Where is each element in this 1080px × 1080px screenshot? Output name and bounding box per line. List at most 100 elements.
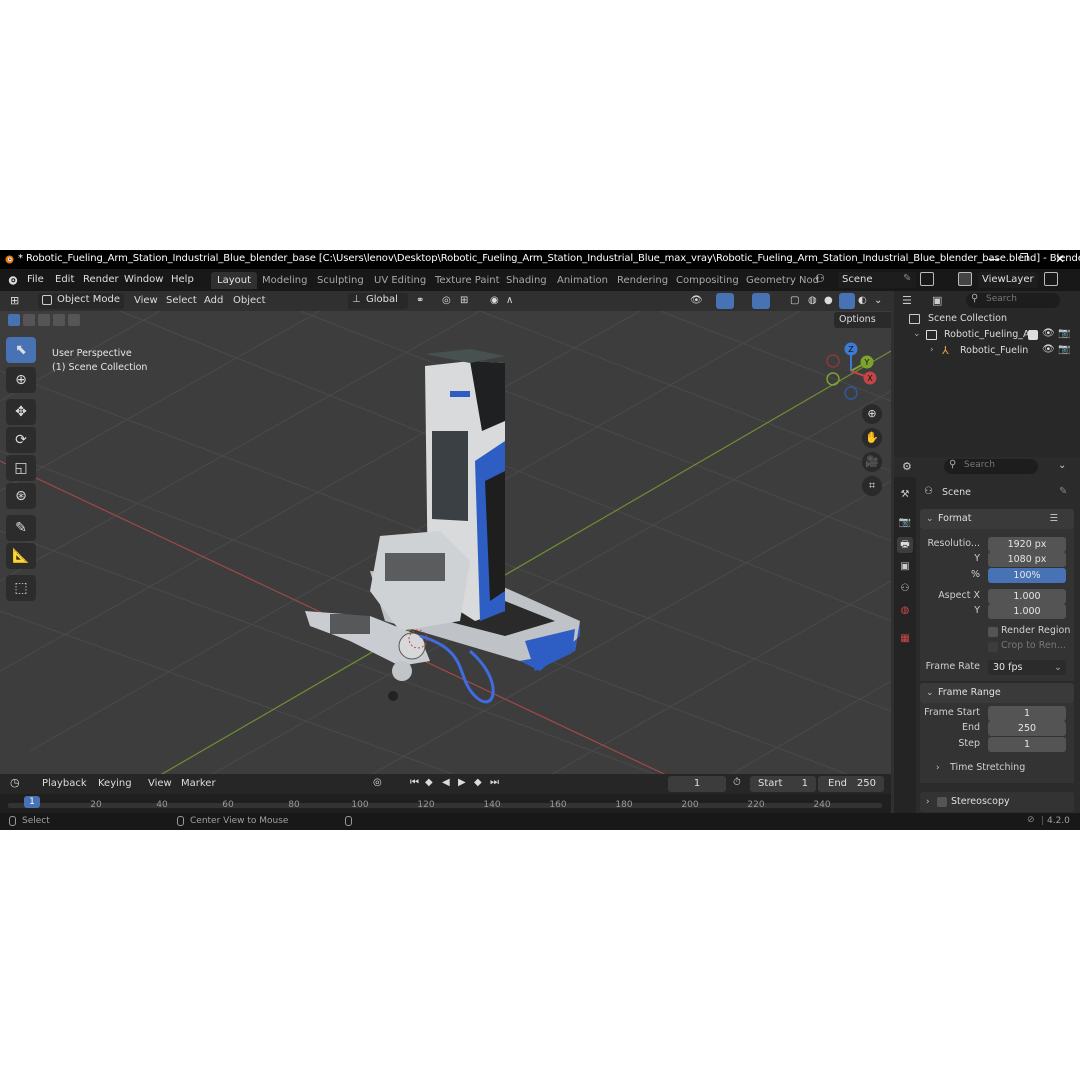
play-icon[interactable]: ▶ (458, 777, 466, 788)
tab-sculpting[interactable]: Sculpting (311, 272, 370, 289)
tab-geometry-nodes[interactable]: Geometry Nod (740, 272, 825, 289)
view-layer-selector[interactable]: ViewLayer (978, 272, 1038, 288)
tool-tab-icon[interactable]: ⚒ (897, 487, 913, 503)
falloff-icon[interactable]: ∧ (506, 294, 513, 308)
menu-view[interactable]: View (134, 294, 158, 308)
frame-end-field[interactable]: 250 (988, 721, 1066, 736)
display-mode-icon[interactable]: ▣ (932, 294, 942, 307)
jump-end-icon[interactable]: ⏭ (490, 777, 499, 788)
tab-shading[interactable]: Shading (500, 272, 553, 289)
transform-tool[interactable]: ⊛ (6, 483, 36, 509)
rotate-tool[interactable]: ⟳ (6, 427, 36, 453)
overlay-toggle-icon[interactable] (752, 293, 770, 309)
properties-options-icon[interactable]: ⌄ (1058, 460, 1066, 471)
render-tab-icon[interactable]: 📷 (897, 515, 913, 531)
camera-view-icon[interactable]: 🎥 (862, 452, 882, 472)
editor-type-icon[interactable]: ⊞ (10, 294, 19, 308)
select-invert-icon[interactable] (53, 314, 65, 326)
new-scene-icon[interactable] (920, 272, 934, 286)
orientation-dropdown[interactable]: ⊥ Global (348, 293, 408, 309)
select-subtract-icon[interactable] (38, 314, 50, 326)
play-reverse-icon[interactable]: ◀ (442, 777, 450, 788)
resolution-percent-slider[interactable]: 100% (988, 568, 1066, 583)
3d-viewport[interactable]: ⊞ Object Mode View Select Add Object ⊥ G… (0, 291, 891, 781)
options-dropdown[interactable]: Options (834, 312, 891, 328)
properties-search[interactable]: ⚲ Search (944, 459, 1038, 474)
wireframe-shading-icon[interactable]: ◍ (808, 294, 817, 308)
tab-texture-paint[interactable]: Texture Paint (429, 272, 506, 289)
properties-editor[interactable]: ⚙ ⚲ Search ⌄ ⚒ 📷 🖶 ▣ ⚇ ◍ ▦ ⚇ Scene ✎ ⌄ F… (894, 457, 1080, 813)
pivot-icon[interactable]: ⚭ (416, 294, 424, 308)
outliner-item-object[interactable]: Robotic_Fuelin (960, 345, 1028, 356)
expand-chevron-icon[interactable]: › (936, 763, 940, 773)
select-intersect-icon[interactable] (68, 314, 80, 326)
stereoscopy-panel-header[interactable]: › Stereoscopy (920, 792, 1074, 812)
select-box-tool[interactable]: ⬉ (6, 337, 36, 363)
collapse-chevron-icon[interactable]: › (930, 345, 934, 355)
crop-checkbox[interactable] (988, 642, 998, 652)
next-keyframe-icon[interactable]: ◆ (474, 777, 482, 788)
tab-uv-editing[interactable]: UV Editing (368, 272, 432, 289)
tab-layout[interactable]: Layout (211, 272, 257, 289)
jump-start-icon[interactable]: ⏮ (410, 777, 419, 788)
timeline[interactable]: ◷ Playback Keying View Marker ◎ ⏮ ◆ ◀ ▶ … (0, 774, 891, 817)
pin-icon[interactable]: ✎ (903, 273, 911, 284)
resolution-y-field[interactable]: 1080 px (988, 552, 1066, 567)
frame-range-panel-header[interactable]: ⌄ Frame Range (920, 683, 1074, 703)
gizmo-toggle-icon[interactable] (716, 293, 734, 309)
playhead[interactable]: 1 (24, 796, 40, 808)
eye-icon[interactable]: 👁 (1042, 328, 1055, 339)
mode-dropdown[interactable]: Object Mode (38, 293, 124, 309)
camera-render-icon[interactable]: 📷 (1058, 344, 1070, 355)
outliner-search[interactable]: ⚲ Search (966, 293, 1060, 308)
current-frame-field[interactable]: 1 (668, 776, 726, 792)
menu-playback[interactable]: Playback (42, 778, 87, 789)
tab-rendering[interactable]: Rendering (611, 272, 674, 289)
prev-keyframe-icon[interactable]: ◆ (425, 777, 433, 788)
maximize-button[interactable]: ❐ (1016, 252, 1032, 266)
resolution-x-field[interactable]: 1920 px (988, 537, 1066, 552)
select-extend-icon[interactable] (23, 314, 35, 326)
outliner[interactable]: ☰ ▣ ⚲ Search Scene Collection ⌄ Robotic_… (894, 291, 1080, 457)
timeline-editor-icon[interactable]: ◷ (10, 776, 20, 789)
visibility-icon[interactable]: 👁 (690, 294, 703, 308)
menu-edit[interactable]: Edit (55, 274, 74, 285)
stopwatch-icon[interactable]: ⏱ (733, 777, 741, 788)
expand-chevron-icon[interactable]: ⌄ (913, 329, 921, 339)
blender-menu-icon[interactable] (6, 274, 19, 286)
world-tab-icon[interactable]: ◍ (897, 603, 913, 619)
texture-tab-icon[interactable]: ▦ (897, 631, 913, 647)
shading-options-icon[interactable]: ⌄ (874, 294, 882, 308)
end-frame-field[interactable]: End 250 (818, 776, 884, 792)
tab-modeling[interactable]: Modeling (256, 272, 314, 289)
stereoscopy-checkbox[interactable] (937, 797, 947, 807)
scene-collection-label[interactable]: Scene Collection (928, 313, 1007, 324)
xray-icon[interactable]: ▢ (790, 294, 799, 308)
pan-hand-icon[interactable]: ✋ (862, 428, 882, 448)
menu-timeline-view[interactable]: View (148, 778, 172, 789)
tab-compositing[interactable]: Compositing (670, 272, 745, 289)
aspect-x-field[interactable]: 1.000 (988, 589, 1066, 604)
menu-window[interactable]: Window (124, 274, 163, 285)
frame-step-field[interactable]: 1 (988, 737, 1066, 752)
navigation-gizmo[interactable]: Z Y X (820, 341, 880, 403)
menu-file[interactable]: File (27, 274, 44, 285)
render-region-checkbox[interactable] (988, 627, 998, 637)
new-view-layer-icon[interactable] (1044, 272, 1058, 286)
menu-render[interactable]: Render (83, 274, 119, 285)
outliner-item-collection[interactable]: Robotic_Fueling_A (944, 329, 1030, 340)
menu-marker[interactable]: Marker (181, 778, 216, 789)
zoom-icon[interactable]: ⊕ (862, 404, 882, 424)
solid-shading-icon[interactable]: ● (824, 294, 833, 308)
minimize-button[interactable]: — (986, 252, 1002, 266)
scene-icon[interactable]: ⚇ (815, 272, 825, 285)
format-panel-header[interactable]: ⌄ Format ☰ (920, 509, 1074, 529)
tab-animation[interactable]: Animation (551, 272, 614, 289)
frame-start-field[interactable]: 1 (988, 706, 1066, 721)
cursor-tool[interactable]: ⊕ (6, 367, 36, 393)
start-frame-field[interactable]: Start 1 (750, 776, 816, 792)
grid-perspective-icon[interactable]: ⌗ (862, 476, 882, 496)
exclude-checkbox-icon[interactable] (1028, 330, 1038, 340)
move-tool[interactable]: ✥ (6, 399, 36, 425)
presets-icon[interactable]: ☰ (1049, 509, 1058, 529)
